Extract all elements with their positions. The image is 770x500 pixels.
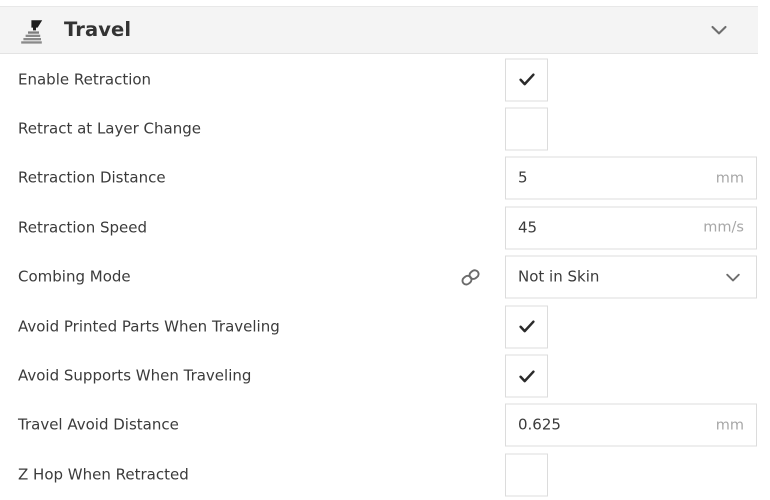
setting-control: [505, 107, 548, 151]
link-chain-icon[interactable]: [455, 266, 487, 288]
setting-checkbox[interactable]: [505, 58, 548, 102]
travel-settings-panel: Travel Enable Retraction Retract at Layer…: [0, 0, 770, 500]
setting-label: Enable Retraction: [18, 70, 152, 89]
input-unit: mm/s: [703, 219, 744, 236]
setting-label: Avoid Printed Parts When Traveling: [18, 317, 280, 336]
setting-label: Retract at Layer Change: [18, 119, 201, 138]
setting-row: Avoid Printed Parts When Traveling: [0, 302, 770, 351]
input-unit: mm: [715, 170, 744, 187]
setting-number-input[interactable]: 45 mm/s: [505, 206, 757, 250]
setting-row: Travel Avoid Distance 0.625 mm: [0, 401, 770, 450]
setting-label: Retraction Distance: [18, 168, 166, 187]
setting-row: Retraction Speed 45 mm/s: [0, 203, 770, 252]
travel-nozzle-icon: [16, 13, 50, 47]
setting-label: Avoid Supports When Traveling: [18, 366, 252, 385]
settings-list: Enable Retraction Retract at Layer Change…: [0, 55, 770, 500]
input-value: 45: [518, 218, 538, 237]
setting-control: [505, 354, 548, 398]
category-title: Travel: [64, 18, 132, 42]
setting-row: Avoid Supports When Traveling: [0, 351, 770, 400]
setting-number-input[interactable]: 0.625 mm: [505, 403, 757, 447]
setting-row: Retraction Distance 5 mm: [0, 154, 770, 203]
setting-dropdown[interactable]: Not in Skin: [505, 255, 757, 299]
setting-row: Retract at Layer Change: [0, 104, 770, 153]
input-value: 5: [518, 168, 528, 187]
setting-checkbox[interactable]: [505, 107, 548, 151]
setting-control: 45 mm/s: [505, 206, 757, 250]
setting-control: 0.625 mm: [505, 403, 757, 447]
setting-label: Combing Mode: [18, 267, 131, 286]
setting-control: [505, 305, 548, 349]
travel-category-header[interactable]: Travel: [0, 6, 758, 54]
setting-control: 5 mm: [505, 156, 757, 200]
setting-checkbox[interactable]: [505, 453, 548, 497]
setting-number-input[interactable]: 5 mm: [505, 156, 757, 200]
checkmark-icon: [517, 366, 537, 386]
setting-checkbox[interactable]: [505, 305, 548, 349]
chevron-down-icon: [723, 267, 743, 287]
setting-control: [505, 58, 548, 102]
setting-control: [505, 453, 548, 497]
setting-label: Travel Avoid Distance: [18, 415, 179, 434]
chevron-down-icon[interactable]: [706, 17, 732, 43]
setting-row: Combing Mode Not in Skin: [0, 253, 770, 302]
setting-row: Enable Retraction: [0, 55, 770, 104]
setting-label: Z Hop When Retracted: [18, 465, 189, 484]
setting-row: Z Hop When Retracted: [0, 450, 770, 499]
input-value: 0.625: [518, 415, 561, 434]
dropdown-value: Not in Skin: [518, 267, 600, 286]
setting-label: Retraction Speed: [18, 218, 147, 237]
input-unit: mm: [715, 417, 744, 434]
setting-checkbox[interactable]: [505, 354, 548, 398]
checkmark-icon: [517, 70, 537, 90]
setting-control: Not in Skin: [505, 255, 757, 299]
checkmark-icon: [517, 317, 537, 337]
